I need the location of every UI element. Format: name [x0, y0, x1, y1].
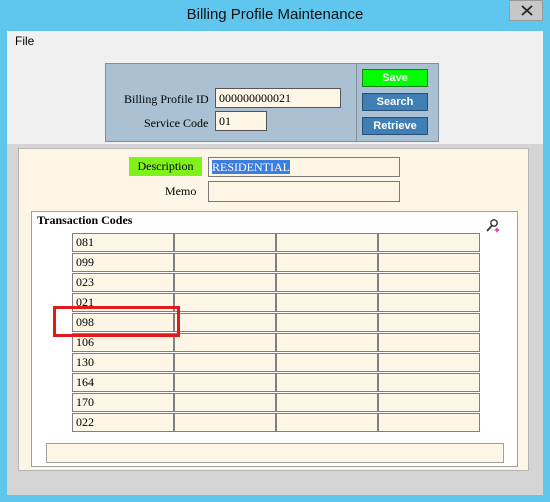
highlight-box — [53, 306, 180, 337]
transaction-code-cell[interactable]: 164 — [72, 373, 174, 392]
transaction-code-cell[interactable] — [174, 273, 276, 292]
transaction-code-cell[interactable] — [378, 393, 480, 412]
close-button[interactable] — [509, 0, 543, 21]
service-code-field[interactable]: 01 — [215, 111, 267, 131]
service-code-label: Service Code — [144, 116, 209, 130]
retrieve-button[interactable]: Retrieve — [362, 117, 428, 135]
save-button[interactable]: Save — [362, 69, 428, 87]
transaction-code-cell[interactable] — [174, 233, 276, 252]
transaction-code-cell[interactable] — [276, 333, 378, 352]
transaction-code-cell[interactable] — [174, 253, 276, 272]
transaction-code-cell[interactable]: 023 — [72, 273, 174, 292]
transaction-code-cell[interactable] — [174, 333, 276, 352]
menu-file[interactable]: File — [15, 34, 34, 48]
billing-profile-id-label: Billing Profile ID — [124, 92, 209, 106]
transaction-code-cell[interactable] — [276, 273, 378, 292]
transaction-code-cell[interactable] — [174, 413, 276, 432]
description-field[interactable]: RESIDENTIAL — [208, 157, 400, 177]
transaction-code-cell[interactable] — [378, 313, 480, 332]
transaction-code-cell[interactable] — [378, 233, 480, 252]
transaction-code-cell[interactable]: 099 — [72, 253, 174, 272]
transaction-code-cell[interactable] — [276, 373, 378, 392]
transaction-code-cell[interactable] — [378, 373, 480, 392]
title-bar[interactable]: Billing Profile Maintenance — [0, 0, 550, 30]
memo-field[interactable] — [208, 181, 400, 202]
description-value: RESIDENTIAL — [212, 160, 290, 174]
window-title: Billing Profile Maintenance — [186, 6, 364, 23]
close-icon — [521, 5, 533, 16]
zoom-icon[interactable] — [485, 218, 501, 234]
transaction-code-cell[interactable] — [378, 253, 480, 272]
menu-bar: File — [7, 31, 543, 52]
transaction-code-cell[interactable] — [276, 353, 378, 372]
transaction-code-cell[interactable] — [276, 233, 378, 252]
transaction-code-cell[interactable] — [378, 333, 480, 352]
transaction-code-cell[interactable]: 081 — [72, 233, 174, 252]
description-label: Description — [129, 157, 202, 176]
billing-profile-window: Billing Profile Maintenance File Billing… — [0, 0, 550, 502]
transaction-code-cell[interactable] — [174, 393, 276, 412]
search-button[interactable]: Search — [362, 93, 428, 111]
transaction-code-cell[interactable] — [378, 353, 480, 372]
transaction-code-cell[interactable] — [174, 293, 276, 312]
transaction-code-cell[interactable] — [276, 253, 378, 272]
transaction-code-cell[interactable] — [174, 373, 276, 392]
transaction-code-cell[interactable] — [378, 413, 480, 432]
transaction-code-cell[interactable] — [276, 293, 378, 312]
transaction-code-cell[interactable]: 170 — [72, 393, 174, 412]
billing-profile-id-field[interactable]: 000000000021 — [215, 88, 341, 108]
transaction-code-cell[interactable]: 130 — [72, 353, 174, 372]
transaction-code-cell[interactable]: 022 — [72, 413, 174, 432]
transaction-code-cell[interactable] — [174, 313, 276, 332]
transaction-code-cell[interactable] — [276, 313, 378, 332]
transaction-code-cell[interactable] — [378, 293, 480, 312]
transaction-codes-title: Transaction Codes — [37, 213, 133, 227]
transaction-code-cell[interactable] — [378, 273, 480, 292]
transaction-code-cell[interactable] — [276, 413, 378, 432]
status-field[interactable] — [46, 443, 504, 463]
transaction-code-cell[interactable] — [174, 353, 276, 372]
memo-label: Memo — [165, 184, 197, 198]
transaction-code-cell[interactable] — [276, 393, 378, 412]
